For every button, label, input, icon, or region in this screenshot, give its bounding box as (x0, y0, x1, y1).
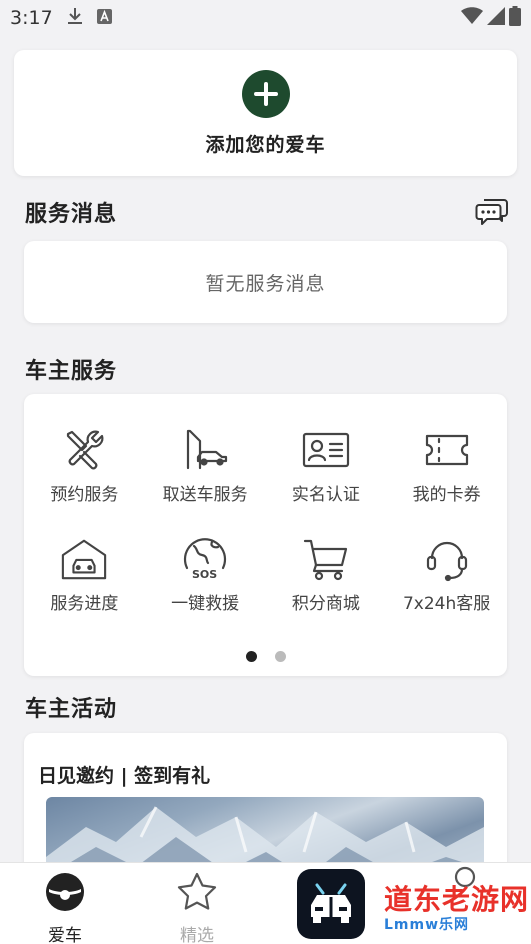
service-label: 实名认证 (291, 485, 360, 505)
tab-home[interactable]: 爱车 (44, 871, 86, 944)
tab-picks-label: 精选 (180, 926, 214, 944)
cart-icon (302, 535, 350, 583)
sos-globe-icon: SOS (181, 535, 229, 583)
watermark-logo: 道东老游网 Lmmw乐网 (384, 878, 530, 940)
service-item-rescue[interactable]: SOS 一键救援 (145, 535, 266, 614)
garage-icon (60, 535, 108, 583)
service-label: 7x24h客服 (402, 594, 491, 614)
car-pickup-icon (181, 426, 229, 474)
service-item-appointment[interactable]: 预约服务 (24, 426, 145, 505)
service-item-mall[interactable]: 积分商城 (266, 535, 387, 614)
service-label: 预约服务 (50, 485, 119, 505)
service-label: 一键救援 (171, 594, 240, 614)
service-item-coupons[interactable]: 我的卡券 (386, 426, 507, 505)
service-item-support[interactable]: 7x24h客服 (386, 535, 507, 614)
service-item-pickup[interactable]: 取送车服务 (145, 426, 266, 505)
tools-icon (60, 426, 108, 474)
service-item-verification[interactable]: 实名认证 (266, 426, 387, 505)
a-badge-icon (96, 7, 112, 29)
id-card-icon (302, 426, 350, 474)
pagination-dots (24, 651, 507, 662)
activity-card-title: 日见邀约 | 签到有礼 (38, 765, 211, 787)
svg-text:SOS: SOS (192, 568, 217, 581)
owner-services-title: 车主服务 (25, 359, 118, 384)
status-time: 3:17 (10, 7, 53, 29)
empty-messages-text: 暂无服务消息 (205, 272, 326, 295)
service-item-progress[interactable]: 服务进度 (24, 535, 145, 614)
headset-icon (423, 535, 471, 583)
service-label: 服务进度 (50, 594, 119, 614)
signal-icon (487, 7, 505, 29)
empty-messages-card: 暂无服务消息 (24, 241, 507, 323)
owner-activities-title: 车主活动 (25, 697, 118, 722)
star-icon (176, 871, 218, 917)
service-label: 我的卡券 (412, 485, 481, 505)
pagination-dot[interactable] (274, 651, 286, 662)
owner-services-card: 预约服务 取送车服务 实名认证 我的卡券 服务进度 SOS 一键救援 积分商城 … (24, 394, 507, 676)
battery-icon (509, 6, 521, 30)
steering-wheel-icon (44, 871, 86, 917)
wifi-icon (461, 7, 483, 29)
tab-picks[interactable]: 精选 (176, 871, 218, 944)
service-label: 积分商城 (291, 594, 360, 614)
pagination-dot-active[interactable] (245, 651, 257, 662)
add-car-card[interactable]: 添加您的爱车 (14, 50, 517, 176)
ticket-icon (423, 426, 471, 474)
watermark-main: 道东老游网 (384, 883, 530, 916)
service-label: 取送车服务 (162, 485, 248, 505)
service-messages-title: 服务消息 (25, 202, 118, 227)
tab-home-label: 爱车 (48, 926, 82, 944)
status-bar: 3:17 (0, 0, 531, 36)
chat-bubbles-icon[interactable] (475, 196, 509, 230)
add-icon[interactable] (241, 69, 290, 118)
add-car-label: 添加您的爱车 (205, 133, 326, 156)
app-logo-icon[interactable] (297, 869, 365, 939)
download-icon (67, 7, 83, 30)
